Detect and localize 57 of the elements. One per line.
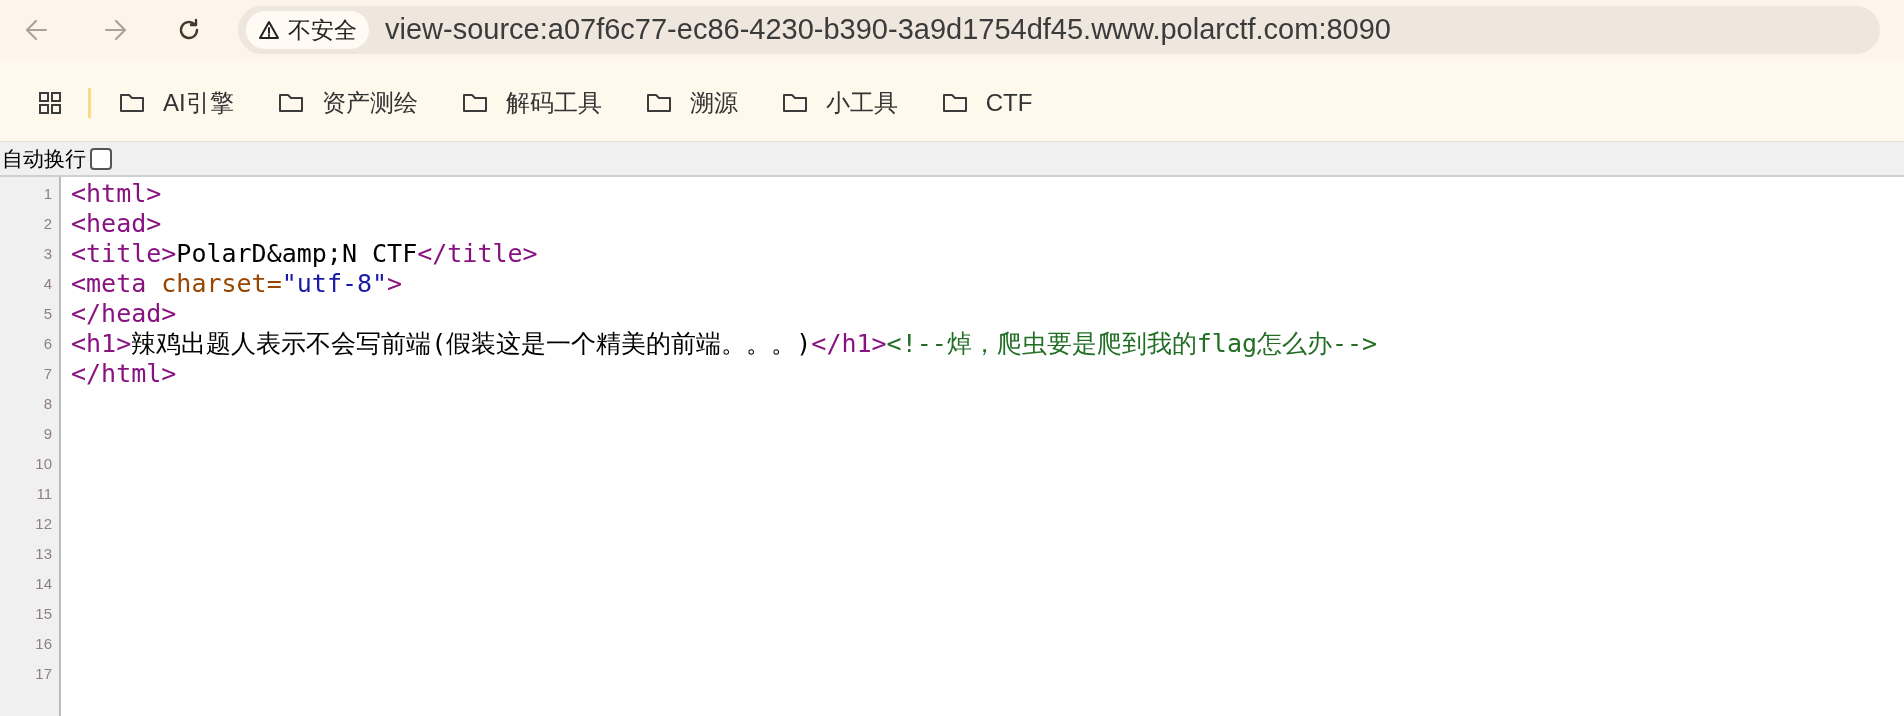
tag-text: <title>: [71, 238, 177, 271]
content-text: 辣鸡出题人表示不会写前端(假装这是一个精美的前端。。。): [131, 328, 812, 361]
wrap-checkbox[interactable]: [90, 147, 112, 170]
bookmark-folder[interactable]: 小工具: [781, 84, 898, 121]
bookmark-label: 解码工具: [505, 87, 602, 118]
security-badge[interactable]: 不安全: [246, 11, 369, 49]
line-number: 6: [43, 333, 52, 354]
line-number: 17: [35, 663, 52, 684]
bookmark-folder[interactable]: CTF: [941, 84, 1033, 121]
wrap-label: 自动换行: [2, 145, 86, 172]
apps-grid-icon[interactable]: [38, 90, 62, 115]
line-number: 14: [35, 573, 52, 594]
tag-text: <meta: [71, 268, 148, 301]
bookmark-label: 小工具: [825, 87, 898, 118]
bookmark-label: 资产测绘: [321, 87, 418, 118]
line-number: 7: [43, 363, 52, 384]
line-number: 10: [35, 453, 52, 474]
tag-text: </head>: [71, 298, 177, 331]
line-number: 4: [43, 273, 52, 294]
bookmark-folder[interactable]: 资产测绘: [277, 84, 418, 121]
tag-text: <head>: [71, 208, 162, 241]
bookmark-folder[interactable]: 解码工具: [461, 84, 602, 121]
tag-text: >: [387, 268, 403, 301]
warning-icon: [258, 20, 280, 40]
bookmark-label: CTF: [985, 87, 1033, 118]
line-number: 12: [35, 513, 52, 534]
attribute-value: "utf-8": [281, 268, 388, 301]
folder-icon: [645, 91, 672, 114]
folder-icon: [781, 91, 808, 114]
tag-text: <h1>: [71, 328, 132, 361]
tag-text: </h1>: [811, 328, 887, 361]
line-number: 16: [35, 633, 52, 654]
line-number: 2: [43, 213, 52, 234]
line-number: 15: [35, 603, 52, 624]
tag-text: </title>: [417, 238, 538, 271]
content-text: PolarD&amp;N CTF: [176, 238, 418, 271]
attribute-name: charset=: [161, 268, 282, 301]
bookmark-folder[interactable]: 溯源: [645, 84, 738, 121]
folder-icon: [119, 91, 145, 114]
folder-icon: [461, 91, 488, 114]
line-number: 3: [43, 243, 52, 264]
tag-text: <html>: [71, 178, 162, 211]
bookmark-folder[interactable]: AI引擎: [119, 84, 234, 121]
bookmark-label: AI引擎: [163, 87, 234, 118]
line-number: 1: [43, 183, 52, 204]
line-number: 11: [36, 483, 52, 504]
comment-text: <!--焯，爬虫要是爬到我的flag怎么办-->: [886, 328, 1378, 361]
line-number: 9: [43, 423, 52, 444]
url-text: view-source:a07f6c77-ec86-4230-b390-3a9d1754df45.www.polarctf.com:8090: [385, 12, 1391, 48]
line-number: 8: [43, 393, 52, 414]
bookmark-label: 溯源: [689, 87, 738, 118]
line-number: 13: [35, 543, 52, 564]
tag-text: </html>: [71, 358, 177, 391]
folder-icon: [941, 91, 968, 114]
address-bar[interactable]: 不安全 view-source:a07f6c77-ec86-4230-b390-3a9d1754df45.www.polarctf.com:8090: [238, 6, 1880, 54]
folder-icon: [277, 91, 304, 114]
line-number: 5: [43, 303, 52, 324]
